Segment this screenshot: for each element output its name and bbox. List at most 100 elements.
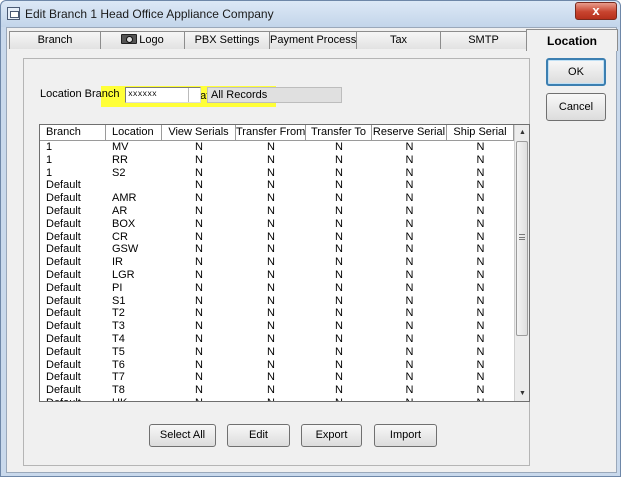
column-header-ship-serial[interactable]: Ship Serial <box>447 125 514 141</box>
table-row[interactable]: Default IR N N N N N <box>40 256 514 269</box>
cell-location: T4 <box>112 333 125 345</box>
cell-view-serials: N <box>195 230 203 243</box>
cell-transfer-to: N <box>335 256 343 269</box>
cell-branch: Default <box>46 243 81 256</box>
camera-icon <box>121 34 138 44</box>
cell-view-serials: N <box>195 205 203 217</box>
cell-ship-serial: N <box>476 141 485 153</box>
cell-transfer-from: N <box>267 179 275 192</box>
cell-transfer-to: N <box>335 358 343 371</box>
table-row[interactable]: Default T7 N N N N N <box>40 371 514 384</box>
cell-branch: Default <box>46 307 81 320</box>
scroll-up-arrow-icon[interactable]: ▲ <box>515 125 529 140</box>
cell-location: LGR <box>112 269 135 281</box>
title-bar[interactable]: Edit Branch 1 Head Office Appliance Comp… <box>1 1 620 27</box>
table-row[interactable]: 1 MV N N N N N <box>40 141 514 154</box>
table-row[interactable]: Default N N N N N <box>40 179 514 192</box>
scrollbar-thumb[interactable] <box>516 141 528 336</box>
cell-branch: Default <box>46 217 81 230</box>
table-row[interactable]: Default T5 N N N N N <box>40 346 514 359</box>
cell-view-serials: N <box>195 281 203 294</box>
tab-logo[interactable]: Logo <box>100 31 185 49</box>
table-row[interactable]: Default PI N N N N N <box>40 282 514 295</box>
cell-transfer-to: N <box>335 307 343 320</box>
cell-branch: Default <box>46 320 81 333</box>
column-header-view-serials[interactable]: View Serials <box>162 125 236 141</box>
cell-ship-serial: N <box>476 320 485 333</box>
column-header-transfer-to[interactable]: Transfer To <box>306 125 372 141</box>
cell-ship-serial: N <box>476 256 485 269</box>
tab-payment-processing[interactable]: Payment Processing <box>269 31 357 49</box>
location-grid[interactable]: Branch Location View Serials Transfer Fr… <box>39 124 530 402</box>
grid-vertical-scrollbar[interactable]: ▲ ▼ <box>514 125 529 401</box>
cell-transfer-to: N <box>335 179 343 192</box>
cell-location: AMR <box>112 192 137 205</box>
cell-branch: Default <box>46 333 81 345</box>
cell-branch: Default <box>46 358 81 371</box>
tab-tax[interactable]: Tax <box>356 31 441 49</box>
cell-transfer-to: N <box>335 243 343 256</box>
table-row[interactable]: Default LGR N N N N N <box>40 269 514 282</box>
location-branch-label: Location Branch <box>40 88 120 100</box>
column-header-transfer-from[interactable]: Transfer From <box>236 125 306 141</box>
cell-reserve-serial: N <box>405 217 414 230</box>
app-window-icon <box>7 7 20 20</box>
column-header-location[interactable]: Location <box>106 125 162 141</box>
cell-reserve-serial: N <box>405 230 414 243</box>
cell-reserve-serial: N <box>405 384 414 397</box>
cell-ship-serial: N <box>476 294 485 307</box>
column-header-branch[interactable]: Branch <box>40 125 106 141</box>
table-row[interactable]: Default T4 N N N N N <box>40 333 514 346</box>
tab-location[interactable]: Location <box>526 29 618 51</box>
cell-ship-serial: N <box>476 307 485 320</box>
select-all-button[interactable]: Select All <box>149 424 216 447</box>
cell-view-serials: N <box>195 217 203 230</box>
import-button[interactable]: Import <box>374 424 437 447</box>
table-row[interactable]: Default GSW N N N N N <box>40 243 514 256</box>
cell-transfer-from: N <box>267 294 275 307</box>
tab-branch[interactable]: Branch <box>9 31 101 49</box>
table-row[interactable]: Default T3 N N N N N <box>40 320 514 333</box>
location-branch-input[interactable]: xxxxxx <box>125 87 201 103</box>
edit-button[interactable]: Edit <box>227 424 290 447</box>
edit-branch-window: Edit Branch 1 Head Office Appliance Comp… <box>0 0 621 477</box>
export-button[interactable]: Export <box>301 424 362 447</box>
table-row[interactable]: Default T8 N N N N N <box>40 384 514 397</box>
column-header-reserve-serial[interactable]: Reserve Serial <box>372 125 447 141</box>
table-row[interactable]: Default BOX N N N N N <box>40 218 514 231</box>
cell-transfer-from: N <box>267 333 275 345</box>
cell-reserve-serial: N <box>405 166 414 179</box>
scroll-down-arrow-icon[interactable]: ▼ <box>515 386 529 401</box>
table-row[interactable]: Default T2 N N N N N <box>40 307 514 320</box>
table-row[interactable]: 1 RR N N N N N <box>40 154 514 167</box>
cell-location: PI <box>112 281 123 294</box>
cell-transfer-to: N <box>335 192 343 205</box>
close-button[interactable]: x <box>575 2 617 20</box>
cell-location: RR <box>112 153 128 166</box>
table-row[interactable]: DefaultUKNNNNN <box>40 397 514 401</box>
cell-view-serials: N <box>195 256 203 269</box>
table-row[interactable]: Default T6 N N N N N <box>40 359 514 372</box>
cell-view-serials: N <box>195 166 203 179</box>
cell-branch: Default <box>46 192 81 205</box>
cell-branch: Default <box>40 397 106 401</box>
tab-smtp[interactable]: SMTP <box>440 31 527 49</box>
cell-ship-serial: N <box>476 281 485 294</box>
table-row[interactable]: Default CR N N N N N <box>40 231 514 244</box>
cell-transfer-to: N <box>335 153 343 166</box>
cell-view-serials: N <box>195 243 203 256</box>
table-row[interactable]: Default AR N N N N N <box>40 205 514 218</box>
cell-reserve-serial: N <box>372 397 447 401</box>
cell-transfer-from: N <box>267 217 275 230</box>
tab-pbx-settings[interactable]: PBX Settings <box>184 31 270 49</box>
cell-branch: 1 <box>46 141 53 153</box>
cell-ship-serial: N <box>476 384 485 397</box>
cell-view-serials: N <box>162 397 236 401</box>
ok-button[interactable]: OK <box>546 58 606 86</box>
cancel-button[interactable]: Cancel <box>546 93 606 121</box>
table-row[interactable]: Default S1 N N N N N <box>40 295 514 308</box>
cell-branch: Default <box>46 345 81 358</box>
table-row[interactable]: 1 S2 N N N N N <box>40 167 514 180</box>
table-row[interactable]: Default AMR N N N N N <box>40 192 514 205</box>
cell-transfer-to: N <box>335 294 343 307</box>
